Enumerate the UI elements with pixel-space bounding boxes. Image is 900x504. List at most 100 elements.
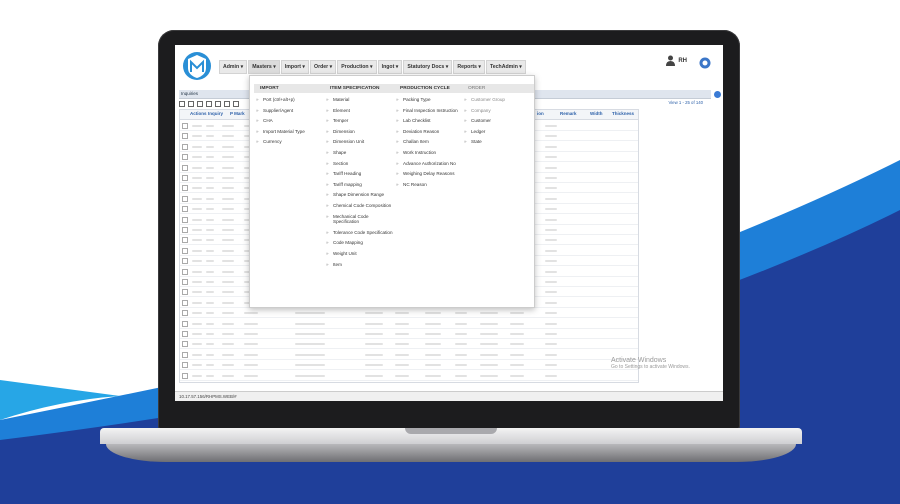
row-checkbox[interactable] (182, 185, 188, 192)
export-icon[interactable] (233, 101, 239, 107)
nav-import[interactable]: Import ▾ (280, 60, 310, 74)
cell-placeholder (192, 281, 202, 283)
menu-item-port[interactable]: Port (ctrl+alt+p) (254, 97, 325, 103)
nav-masters[interactable]: Masters ▾ (248, 60, 280, 74)
menu-item-weighing-delay[interactable]: Weighing Delay Reasons (394, 171, 465, 177)
row-checkbox[interactable] (182, 227, 188, 233)
table-row[interactable] (180, 327, 638, 329)
menu-item-ledger[interactable]: Ledger (462, 129, 533, 135)
refresh-icon[interactable] (206, 101, 212, 107)
row-checkbox[interactable] (182, 279, 188, 285)
menu-item-customer-group[interactable]: Customer Group (462, 97, 533, 103)
menu-item-mechanical-code[interactable]: Mechanical Code Specification (324, 214, 395, 225)
menu-item-work-instruction[interactable]: Work Instruction (394, 150, 465, 156)
row-checkbox[interactable] (182, 258, 188, 265)
col-thickness[interactable]: Thickness (612, 111, 634, 116)
row-checkbox[interactable] (182, 123, 188, 129)
menu-item-packing-type[interactable]: Packing Type (394, 97, 465, 103)
nav-admin[interactable]: Admin ▾ (219, 60, 248, 74)
row-checkbox[interactable] (182, 154, 188, 161)
table-row[interactable] (180, 317, 638, 319)
menu-item-material[interactable]: Material (324, 97, 395, 103)
row-checkbox[interactable] (182, 351, 188, 358)
row-checkbox[interactable] (182, 175, 188, 181)
menu-item-deviation-reason[interactable]: Deviation Reason (394, 129, 465, 135)
table-row[interactable] (180, 358, 638, 360)
cell-placeholder (192, 322, 202, 325)
col-pmark[interactable]: P Mark (230, 111, 245, 116)
menu-item-dimension-unit[interactable]: Dimension Unit (324, 139, 395, 145)
row-checkbox[interactable] (182, 310, 188, 317)
menu-item-section[interactable]: Section (324, 161, 395, 167)
menu-item-item[interactable]: Item (324, 262, 395, 268)
table-row[interactable] (180, 348, 638, 350)
row-checkbox[interactable] (182, 247, 188, 254)
row-checkbox[interactable] (182, 143, 188, 150)
menu-item-chemical-code[interactable]: Chemical Code Composition (324, 203, 395, 209)
menu-item-challan-item[interactable]: Challan Item (394, 139, 465, 145)
menu-item-customer[interactable]: Customer (462, 118, 533, 124)
table-row[interactable] (180, 338, 638, 339)
cell-placeholder (510, 343, 524, 346)
row-checkbox[interactable] (182, 372, 188, 379)
table-row[interactable] (180, 379, 638, 381)
delete-icon[interactable] (215, 101, 221, 107)
add-icon[interactable] (179, 101, 185, 107)
edit-icon[interactable] (188, 101, 194, 107)
cell-placeholder (206, 374, 214, 377)
row-checkbox[interactable] (182, 362, 188, 369)
menu-item-temper[interactable]: Temper (324, 118, 395, 124)
menu-item-lab-checklist[interactable]: Lab Checklist (394, 118, 465, 124)
menu-item-nc-reason[interactable]: NC Reason (394, 182, 465, 188)
cell-placeholder (192, 218, 202, 221)
nav-reports[interactable]: Reports ▾ (453, 60, 485, 74)
menu-item-state[interactable]: State (462, 139, 533, 145)
row-checkbox[interactable] (182, 164, 188, 171)
row-checkbox[interactable] (182, 206, 188, 213)
menu-item-dimension[interactable]: Dimension (324, 129, 395, 135)
menu-item-currency[interactable]: Currency (254, 139, 325, 145)
menu-item-code-mapping[interactable]: Code Mapping (324, 240, 395, 246)
row-checkbox[interactable] (182, 289, 188, 296)
row-checkbox[interactable] (182, 195, 188, 202)
col-actions[interactable]: Actions (190, 111, 207, 116)
nav-order[interactable]: Order ▾ (310, 60, 337, 74)
collapse-icon[interactable] (714, 91, 721, 98)
settings-help-icon[interactable] (699, 57, 711, 69)
row-checkbox[interactable] (182, 320, 188, 327)
col-width[interactable]: Width (590, 111, 602, 116)
menu-item-tariff-heading[interactable]: Tariff Heading (324, 171, 395, 177)
menu-item-import-material-type[interactable]: Import Material Type (254, 129, 325, 135)
search-icon[interactable] (197, 101, 203, 107)
nav-techadmin[interactable]: TechAdmin ▾ (486, 60, 526, 74)
user-menu[interactable]: RH (666, 55, 687, 66)
view-icon[interactable] (224, 101, 230, 107)
menu-item-shape-dimension-range[interactable]: Shape Dimension Range (324, 192, 395, 198)
table-row[interactable] (180, 369, 638, 371)
menu-item-shape[interactable]: Shape (324, 150, 395, 156)
row-checkbox[interactable] (182, 237, 188, 244)
menu-item-weight-unit[interactable]: Weight Unit (324, 251, 395, 257)
cell-placeholder (425, 333, 441, 335)
nav-statutory-docs[interactable]: Statutory Docs ▾ (403, 60, 453, 74)
menu-item-cha[interactable]: CHA (254, 118, 325, 124)
menu-item-advance-authorization[interactable]: Advance Authorization No (394, 161, 465, 167)
row-checkbox[interactable] (182, 331, 188, 337)
col-inquiry[interactable]: Inquiry (208, 111, 223, 116)
row-checkbox[interactable] (182, 133, 188, 140)
cell-placeholder (192, 249, 202, 252)
menu-item-supplier-agent[interactable]: Supplier/Agent (254, 108, 325, 114)
nav-production[interactable]: Production ▾ (337, 60, 377, 74)
col-remark[interactable]: Remark (560, 111, 577, 116)
nav-ingot[interactable]: Ingot ▾ (377, 60, 403, 74)
menu-item-final-inspection[interactable]: Final Inspection Instruction (394, 108, 465, 114)
menu-item-element[interactable]: Element (324, 108, 395, 114)
row-checkbox[interactable] (182, 341, 188, 348)
menu-item-tolerance-code[interactable]: Tolerance Code Specification (324, 230, 395, 236)
row-checkbox[interactable] (182, 216, 188, 223)
col-ion[interactable]: ion (537, 111, 544, 116)
menu-item-tariff-mapping[interactable]: Tariff mapping (324, 182, 395, 188)
row-checkbox[interactable] (182, 299, 188, 306)
menu-item-company[interactable]: Company (462, 108, 533, 114)
row-checkbox[interactable] (182, 268, 188, 275)
